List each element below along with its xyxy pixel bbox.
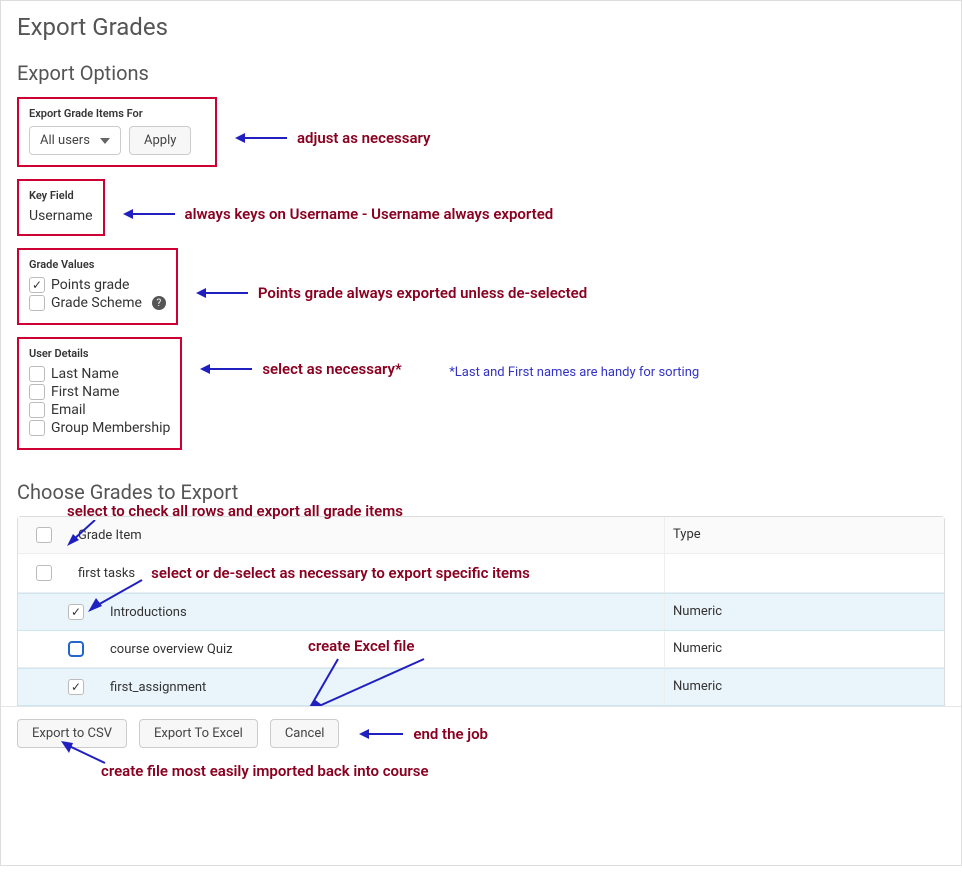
- dropdown-value: All users: [40, 133, 90, 148]
- arrow-left-icon: [200, 362, 252, 376]
- export-items-for-dropdown[interactable]: All users: [29, 126, 121, 155]
- checkbox-points-grade[interactable]: [29, 277, 45, 293]
- row-name: course overview Quiz: [102, 631, 664, 667]
- annotation-select-rows: select or de-select as necessary to expo…: [151, 564, 530, 582]
- checkbox-row[interactable]: [68, 641, 84, 657]
- checkbox-row[interactable]: [36, 565, 52, 581]
- annotation-user-details-note: *Last and First names are handy for sort…: [449, 365, 699, 380]
- checkbox-select-all[interactable]: [36, 527, 52, 543]
- row-type: [664, 554, 944, 592]
- checkbox-email[interactable]: [29, 402, 45, 418]
- user-details-label: User Details: [29, 347, 170, 360]
- row-name: first tasks: [78, 566, 135, 581]
- checkbox-label: Last Name: [51, 366, 119, 382]
- checkbox-row[interactable]: [68, 604, 84, 620]
- checkbox-label: Group Membership: [51, 420, 170, 436]
- key-field-label: Key Field: [29, 189, 93, 202]
- checkbox-row[interactable]: [68, 679, 84, 695]
- annotation-csv-note: create file most easily imported back in…: [101, 762, 429, 780]
- export-items-for-label: Export Grade Items For: [29, 107, 205, 120]
- page-title: Export Grades: [17, 13, 945, 41]
- annotation-grade-values: Points grade always exported unless de-s…: [196, 284, 587, 302]
- checkbox-first-name[interactable]: [29, 384, 45, 400]
- table-header-row: Grade Item Type: [18, 517, 944, 554]
- export-items-for-fieldset: Export Grade Items For All users Apply: [17, 97, 217, 167]
- choose-grades-heading: Choose Grades to Export: [17, 480, 945, 504]
- table-row: first_assignment Numeric: [18, 668, 944, 706]
- annotation-user-details: select as necessary*: [200, 360, 401, 378]
- checkbox-grade-scheme[interactable]: [29, 295, 45, 311]
- annotation-keyfield: always keys on Username - Username alway…: [123, 205, 554, 223]
- apply-button[interactable]: Apply: [129, 126, 191, 155]
- checkbox-label: Grade Scheme: [51, 295, 142, 311]
- grade-values-label: Grade Values: [29, 258, 166, 271]
- export-csv-button[interactable]: Export to CSV: [17, 719, 127, 748]
- checkbox-label: Email: [51, 402, 86, 418]
- user-details-fieldset: User Details Last Name First Name Email …: [17, 337, 182, 450]
- row-type: Numeric: [664, 669, 944, 705]
- key-field-fieldset: Key Field Username: [17, 179, 105, 236]
- arrow-left-icon: [196, 286, 248, 300]
- export-excel-button[interactable]: Export To Excel: [139, 719, 258, 748]
- table-row: Introductions Numeric: [18, 593, 944, 631]
- grade-values-fieldset: Grade Values Points grade Grade Scheme ?: [17, 248, 178, 325]
- checkbox-label: Points grade: [51, 277, 129, 293]
- chevron-down-icon: [100, 138, 110, 144]
- arrow-left-icon: [123, 207, 175, 221]
- row-type: Numeric: [664, 631, 944, 667]
- cancel-button[interactable]: Cancel: [270, 719, 340, 748]
- annotation-end-job: end the job: [359, 725, 488, 743]
- arrow-left-icon: [359, 727, 403, 741]
- row-name: first_assignment: [102, 669, 664, 705]
- row-type: Numeric: [664, 594, 944, 630]
- export-options-heading: Export Options: [17, 61, 945, 85]
- arrow-left-icon: [235, 131, 287, 145]
- table-row: course overview Quiz Numeric create Exce…: [18, 631, 944, 668]
- table-row: first tasks select or de-select as neces…: [18, 554, 944, 593]
- help-icon[interactable]: ?: [152, 296, 166, 310]
- key-field-value: Username: [29, 208, 93, 224]
- row-name: Introductions: [102, 594, 664, 630]
- checkbox-last-name[interactable]: [29, 366, 45, 382]
- annotation-adjust: adjust as necessary: [235, 129, 430, 147]
- checkbox-group-membership[interactable]: [29, 420, 45, 436]
- table-header-item: Grade Item: [70, 517, 664, 553]
- checkbox-label: First Name: [51, 384, 119, 400]
- table-header-type: Type: [664, 517, 944, 553]
